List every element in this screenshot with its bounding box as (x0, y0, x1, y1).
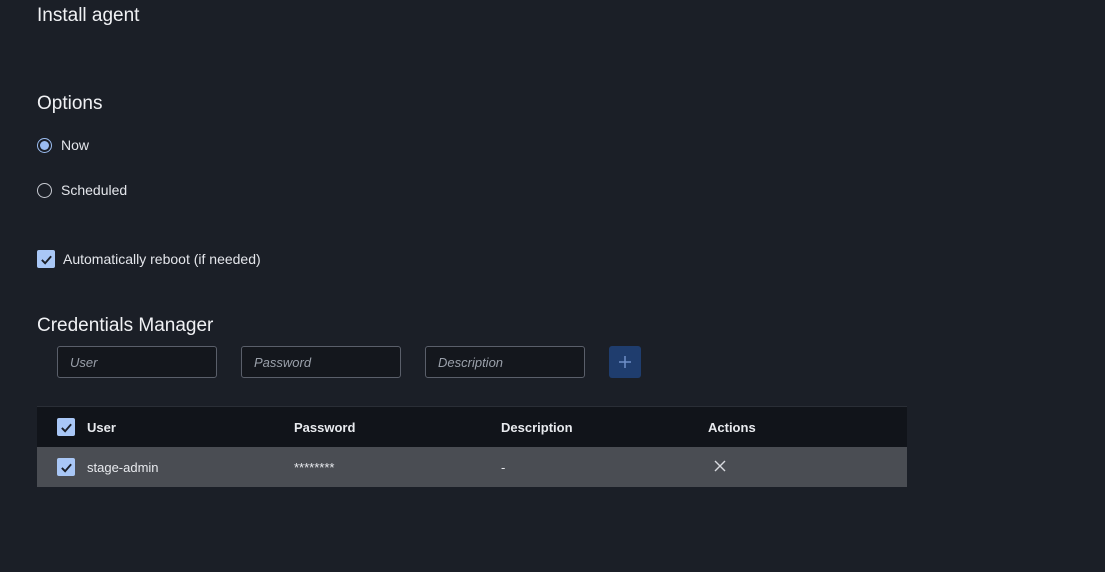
header-description[interactable]: Description (501, 420, 708, 435)
radio-now-label: Now (61, 137, 90, 153)
header-user[interactable]: User (87, 420, 294, 435)
auto-reboot-checkbox-row[interactable]: Automatically reboot (if needed) (37, 250, 261, 268)
password-input[interactable] (241, 346, 401, 378)
page-title: Install agent (37, 5, 140, 26)
row-password: ******** (294, 459, 335, 475)
radio-scheduled-label: Scheduled (61, 182, 128, 198)
radio-now[interactable]: Now (37, 137, 89, 153)
radio-now-indicator[interactable] (37, 137, 52, 153)
row-user: stage-admin (87, 459, 159, 475)
add-credential-button[interactable] (609, 346, 641, 378)
header-password[interactable]: Password (294, 420, 501, 435)
table-header: User Password Description Actions (37, 406, 907, 447)
options-title: Options (37, 93, 103, 114)
radio-scheduled[interactable]: Scheduled (37, 182, 127, 198)
plus-icon (619, 356, 631, 368)
checkmark-icon (60, 423, 72, 433)
close-icon[interactable] (714, 460, 726, 472)
header-actions: Actions (708, 419, 756, 435)
auto-reboot-checkbox[interactable] (37, 250, 55, 268)
credentials-manager-title: Credentials Manager (37, 315, 214, 336)
checkmark-icon (60, 463, 72, 473)
checkmark-icon (40, 255, 52, 265)
row-description: - (501, 459, 506, 475)
auto-reboot-label: Automatically reboot (if needed) (63, 251, 261, 267)
select-all-checkbox[interactable] (57, 418, 75, 436)
radio-scheduled-indicator[interactable] (37, 182, 52, 198)
credentials-table: User Password Description Actions stage-… (37, 406, 907, 487)
table-row[interactable]: stage-admin ******** - (37, 447, 907, 487)
description-input[interactable] (425, 346, 585, 378)
row-checkbox[interactable] (57, 458, 75, 476)
row-actions (708, 460, 808, 475)
user-input[interactable] (57, 346, 217, 378)
